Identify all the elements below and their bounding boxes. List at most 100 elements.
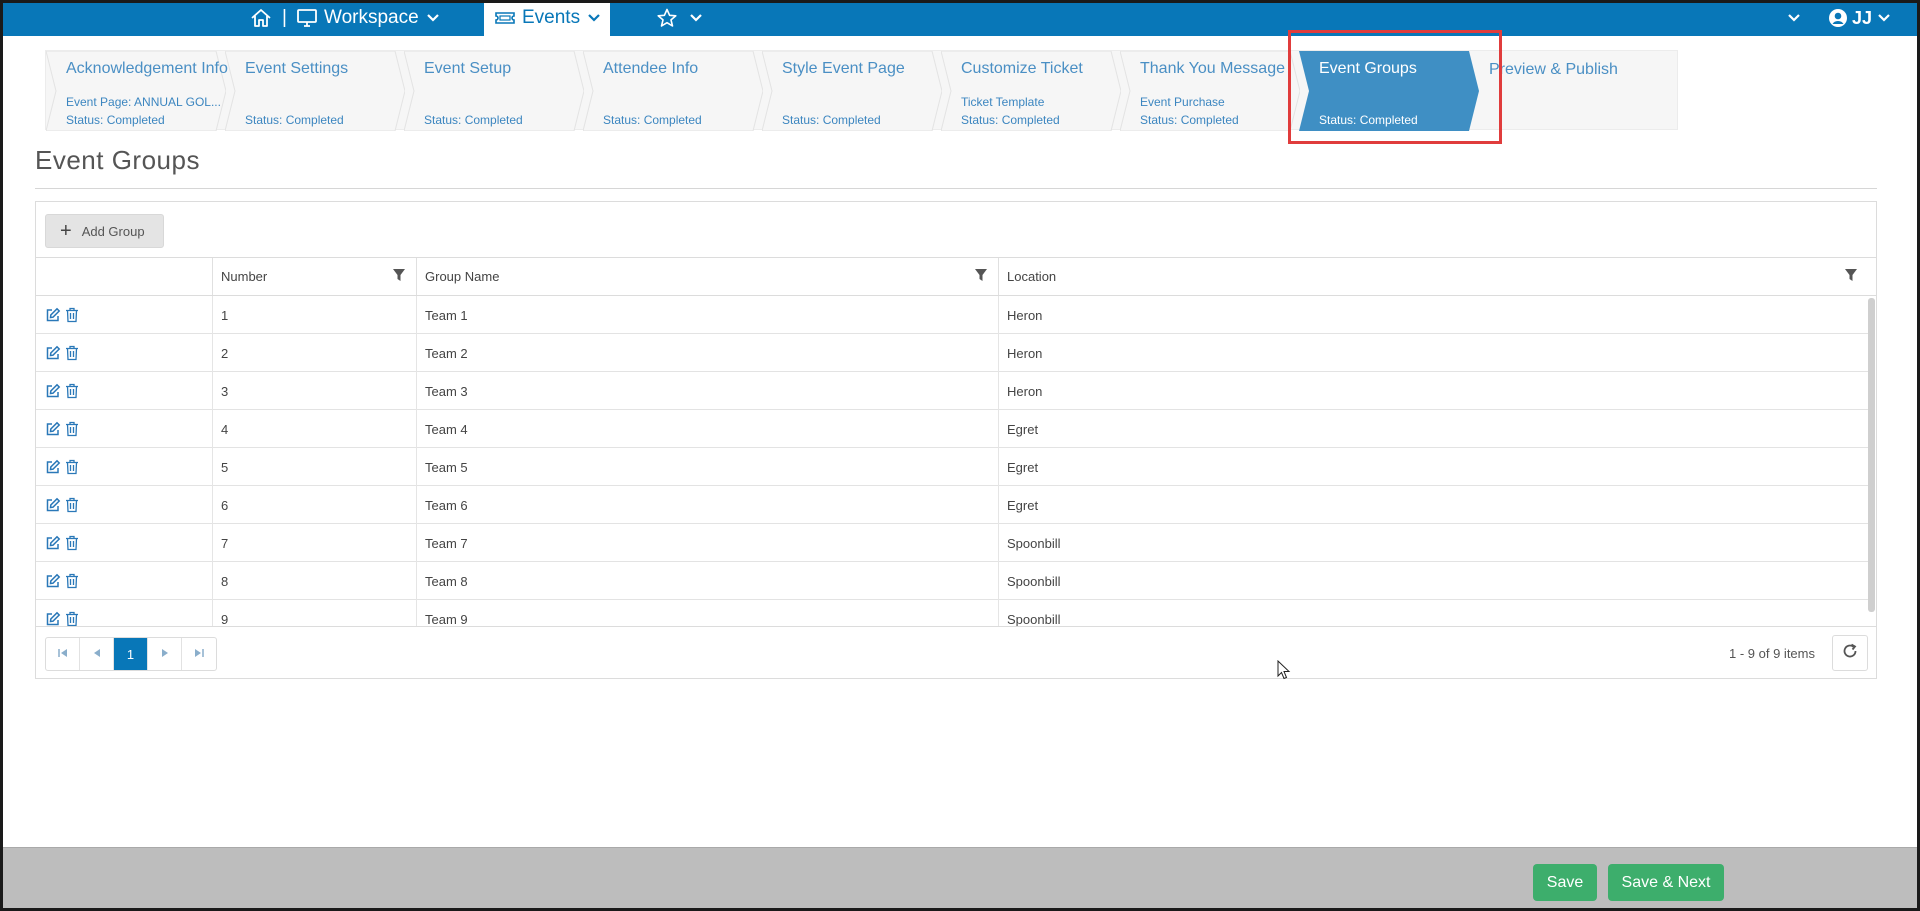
first-page-button[interactable]	[46, 638, 80, 670]
column-header-location[interactable]: Location	[998, 258, 1876, 295]
trash-icon[interactable]	[65, 535, 79, 551]
workspace-label: Workspace	[324, 7, 419, 28]
filter-icon[interactable]	[392, 268, 406, 285]
plus-icon: +	[60, 220, 72, 242]
table-row: 9 Team 9 Spoonbill	[36, 600, 1868, 626]
trash-icon[interactable]	[65, 573, 79, 589]
items-count: 1 - 9 of 9 items	[1729, 646, 1815, 661]
page-title: Event Groups	[35, 145, 200, 175]
step-thank-you-message[interactable]: Thank You Message Event Purchase Status:…	[1120, 51, 1300, 131]
cell-group-name: Team 4	[416, 410, 998, 448]
edit-icon[interactable]	[45, 421, 61, 437]
trash-icon[interactable]	[65, 345, 79, 361]
chevron-down-icon	[425, 12, 441, 24]
edit-icon[interactable]	[45, 459, 61, 475]
edit-icon[interactable]	[45, 497, 61, 513]
home-button[interactable]	[250, 0, 272, 36]
cell-location: Heron	[998, 296, 1868, 334]
page-number-button[interactable]: 1	[114, 638, 148, 670]
table-row: 4 Team 4 Egret	[36, 410, 1868, 448]
notifications-dropdown[interactable]	[1786, 0, 1802, 36]
edit-icon[interactable]	[45, 611, 61, 626]
refresh-icon	[1841, 642, 1859, 665]
filter-icon[interactable]	[1844, 268, 1858, 285]
cell-number: 7	[212, 524, 416, 562]
trash-icon[interactable]	[65, 421, 79, 437]
cell-location: Heron	[998, 334, 1868, 372]
row-actions	[36, 524, 211, 562]
actions-column-header	[36, 258, 212, 295]
add-group-button[interactable]: + Add Group	[45, 214, 164, 248]
cell-location: Heron	[998, 372, 1868, 410]
grid-pager: 1 1 - 9 of 9 items	[36, 626, 1876, 678]
chevron-down-icon	[1876, 12, 1892, 24]
cell-number: 3	[212, 372, 416, 410]
home-icon	[250, 8, 272, 28]
trash-icon[interactable]	[65, 307, 79, 323]
workspace-menu[interactable]: Workspace	[296, 0, 441, 36]
user-menu[interactable]: JJ	[1828, 0, 1892, 36]
edit-icon[interactable]	[45, 383, 61, 399]
column-header-label: Location	[1007, 269, 1057, 284]
events-menu[interactable]: Events	[484, 0, 610, 36]
cell-group-name: Team 6	[416, 486, 998, 524]
user-initials: JJ	[1852, 7, 1873, 28]
save-button[interactable]: Save	[1533, 864, 1597, 901]
cell-group-name: Team 1	[416, 296, 998, 334]
step-style-event-page[interactable]: Style Event Page Status: Completed	[762, 51, 942, 131]
refresh-button[interactable]	[1832, 635, 1868, 671]
row-actions	[36, 486, 211, 524]
step-subtitle: Event Page: ANNUAL GOL...	[66, 95, 221, 109]
trash-icon[interactable]	[65, 383, 79, 399]
step-attendee-info[interactable]: Attendee Info Status: Completed	[583, 51, 763, 131]
cell-group-name: Team 5	[416, 448, 998, 486]
groups-grid: + Add Group Number Group Name Location 1…	[35, 201, 1877, 679]
cell-group-name: Team 8	[416, 562, 998, 600]
edit-icon[interactable]	[45, 307, 61, 323]
next-page-button[interactable]	[148, 638, 182, 670]
active-step-highlight	[1288, 30, 1502, 144]
trash-icon[interactable]	[65, 611, 79, 626]
table-row: 3 Team 3 Heron	[36, 372, 1868, 410]
table-row: 6 Team 6 Egret	[36, 486, 1868, 524]
table-row: 1 Team 1 Heron	[36, 296, 1868, 334]
step-event-settings[interactable]: Event Settings Status: Completed	[225, 51, 405, 131]
step-subtitle: Event Purchase	[1140, 95, 1225, 109]
column-header-number[interactable]: Number	[212, 258, 416, 295]
edit-icon[interactable]	[45, 535, 61, 551]
step-customize-ticket[interactable]: Customize Ticket Ticket Template Status:…	[941, 51, 1121, 131]
column-header-label: Group Name	[425, 269, 500, 284]
column-header-group-name[interactable]: Group Name	[416, 258, 998, 295]
prev-page-icon	[92, 645, 102, 663]
bottom-action-bar: Save Save & Next	[0, 847, 1920, 911]
step-status: Status: Completed	[603, 113, 702, 127]
step-title: Event Setup	[424, 60, 512, 77]
row-actions	[36, 296, 211, 334]
mouse-cursor-icon	[1277, 659, 1291, 685]
last-page-button[interactable]	[182, 638, 216, 670]
step-preview-publish[interactable]: Preview & Publish	[1478, 51, 1658, 131]
step-title: Preview & Publish	[1489, 61, 1618, 78]
step-status: Status: Completed	[782, 113, 881, 127]
add-group-label: Add Group	[81, 223, 145, 239]
table-row: 8 Team 8 Spoonbill	[36, 562, 1868, 600]
prev-page-button[interactable]	[80, 638, 114, 670]
trash-icon[interactable]	[65, 459, 79, 475]
row-actions	[36, 562, 211, 600]
step-acknowledgement-info[interactable]: Acknowledgement Info Event Page: ANNUAL …	[46, 51, 228, 131]
title-divider	[35, 188, 1877, 189]
favorites-menu[interactable]	[656, 0, 704, 36]
step-title: Attendee Info	[603, 60, 699, 77]
row-actions	[36, 410, 211, 448]
trash-icon[interactable]	[65, 497, 79, 513]
step-event-setup[interactable]: Event Setup Status: Completed	[404, 51, 584, 131]
save-and-next-button[interactable]: Save & Next	[1608, 864, 1724, 901]
grid-header: Number Group Name Location	[36, 257, 1876, 296]
top-navigation-bar: | Workspace Events JJ	[0, 0, 1920, 36]
edit-icon[interactable]	[45, 345, 61, 361]
edit-icon[interactable]	[45, 573, 61, 589]
filter-icon[interactable]	[974, 268, 988, 285]
step-title: Style Event Page	[782, 60, 905, 77]
cell-number: 8	[212, 562, 416, 600]
grid-scrollbar[interactable]	[1868, 298, 1875, 612]
